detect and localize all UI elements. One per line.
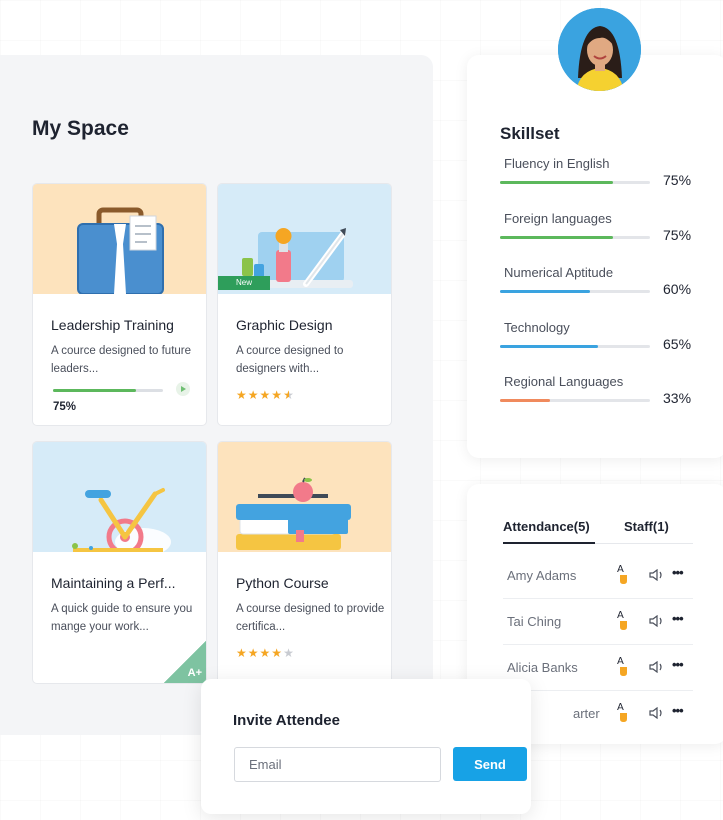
skill-row: Numerical Aptitude 60% (500, 265, 700, 305)
send-button[interactable]: Send (453, 747, 527, 781)
course-progress-bar (53, 389, 163, 392)
tab-attendance[interactable]: Attendance(5) (503, 519, 590, 534)
course-progress-fill (53, 389, 136, 392)
skill-name: Technology (504, 320, 570, 335)
attendee-row: Amy Adams A ••• (503, 553, 693, 599)
exercise-bike-illustration (33, 442, 206, 552)
skill-percent: 75% (663, 227, 692, 243)
skill-percent: 60% (663, 281, 692, 297)
course-card-graphic-design[interactable]: New Graphic Design A cource designed to … (217, 183, 392, 426)
speaker-icon[interactable] (649, 660, 665, 678)
attendee-name: arter (573, 706, 600, 721)
course-title: Maintaining a Perf... (51, 575, 176, 591)
star-icon: ★ (259, 388, 272, 402)
books-illustration (218, 442, 391, 552)
raise-hand-icon[interactable]: A (616, 609, 632, 636)
skill-name: Numerical Aptitude (504, 265, 614, 280)
course-card-leadership[interactable]: Leadership Training A cource designed to… (32, 183, 207, 426)
skill-percent: 65% (663, 336, 692, 352)
skill-bar (500, 290, 650, 293)
grade-badge: A+ (164, 641, 206, 683)
raise-hand-icon[interactable]: A (616, 563, 632, 590)
play-icon[interactable] (176, 382, 190, 396)
skill-row: Foreign languages 75% (500, 211, 700, 251)
star-icon: ★ (236, 388, 248, 402)
skillset-title: Skillset (500, 124, 560, 143)
skill-bar-fill (500, 290, 590, 293)
svg-text:A: A (617, 656, 624, 667)
avatar[interactable] (558, 8, 641, 91)
half-star-icon: ★ (283, 388, 295, 402)
attendee-name: Alicia Banks (507, 660, 578, 675)
svg-text:A: A (617, 564, 624, 575)
skill-row: Technology 65% (500, 320, 700, 360)
course-description: A cource designed to future leaders... (51, 345, 192, 375)
svg-text:A: A (617, 610, 624, 621)
grade-label: A+ (187, 667, 202, 679)
skill-bar-fill (500, 236, 613, 239)
star-icon: ★ (247, 388, 260, 402)
skill-bar-fill (500, 345, 598, 348)
course-title: Python Course (236, 575, 329, 591)
invite-attendee-panel: Invite Attendee Send (201, 679, 531, 814)
more-icon[interactable]: ••• (672, 657, 684, 672)
skill-name: Regional Languages (504, 374, 624, 389)
star-empty-icon: ★ (283, 646, 295, 660)
active-tab-indicator (503, 542, 595, 544)
speaker-icon[interactable] (649, 568, 665, 586)
skill-bar-fill (500, 399, 550, 402)
skill-percent: 33% (663, 390, 692, 406)
design-tools-illustration: New (218, 184, 391, 294)
course-description: A cource designed to designers with... (236, 345, 344, 375)
attendee-row: arter A ••• (503, 691, 693, 737)
star-icon: ★ (236, 646, 248, 660)
skill-name: Foreign languages (504, 211, 612, 226)
course-card-python[interactable]: Python Course A course designed to provi… (217, 441, 392, 684)
skill-bar (500, 236, 650, 239)
briefcase-illustration (33, 184, 206, 294)
skillset-panel: Skillset Fluency in English 75% Foreign … (467, 55, 723, 458)
skill-name: Fluency in English (504, 156, 610, 171)
attendee-name: Tai Ching (507, 614, 562, 629)
speaker-icon[interactable] (649, 614, 665, 632)
my-space-title: My Space (32, 117, 129, 140)
course-progress-label: 75% (53, 401, 77, 413)
star-icon: ★ (259, 646, 272, 660)
star-icon: ★ (271, 388, 284, 402)
tab-staff[interactable]: Staff(1) (624, 519, 669, 534)
course-rating: ★★★★★ (236, 646, 295, 660)
new-badge: New (218, 276, 270, 290)
skill-percent: 75% (663, 172, 692, 188)
svg-text:A: A (617, 702, 624, 713)
star-icon: ★ (247, 646, 260, 660)
skill-bar-fill (500, 181, 613, 184)
more-icon[interactable]: ••• (672, 611, 684, 626)
more-icon[interactable]: ••• (672, 565, 684, 580)
skill-bar (500, 181, 650, 184)
star-icon: ★ (271, 646, 284, 660)
email-field[interactable] (234, 747, 441, 782)
attendee-row: Tai Ching A ••• (503, 599, 693, 645)
course-title: Graphic Design (236, 317, 333, 333)
raise-hand-icon[interactable]: A (616, 655, 632, 682)
skill-row: Regional Languages 33% (500, 374, 700, 414)
skill-bar (500, 399, 650, 402)
speaker-icon[interactable] (649, 706, 665, 724)
course-description: A course designed to provide certifica..… (236, 603, 385, 633)
attendee-name: Amy Adams (507, 568, 577, 583)
course-description: A quick guide to ensure you mange your w… (51, 603, 193, 633)
more-icon[interactable]: ••• (672, 703, 684, 718)
course-title: Leadership Training (51, 317, 174, 333)
raise-hand-icon[interactable]: A (616, 701, 632, 728)
attendee-row: Alicia Banks A ••• (503, 645, 693, 691)
invite-title: Invite Attendee (233, 712, 340, 729)
skill-bar (500, 345, 650, 348)
course-rating: ★★★★★ (236, 388, 295, 402)
my-space-panel: My Space Leadership Training A cource de… (0, 55, 433, 735)
course-card-maintaining[interactable]: Maintaining a Perf... A quick guide to e… (32, 441, 207, 684)
skill-row: Fluency in English 75% (500, 156, 700, 196)
